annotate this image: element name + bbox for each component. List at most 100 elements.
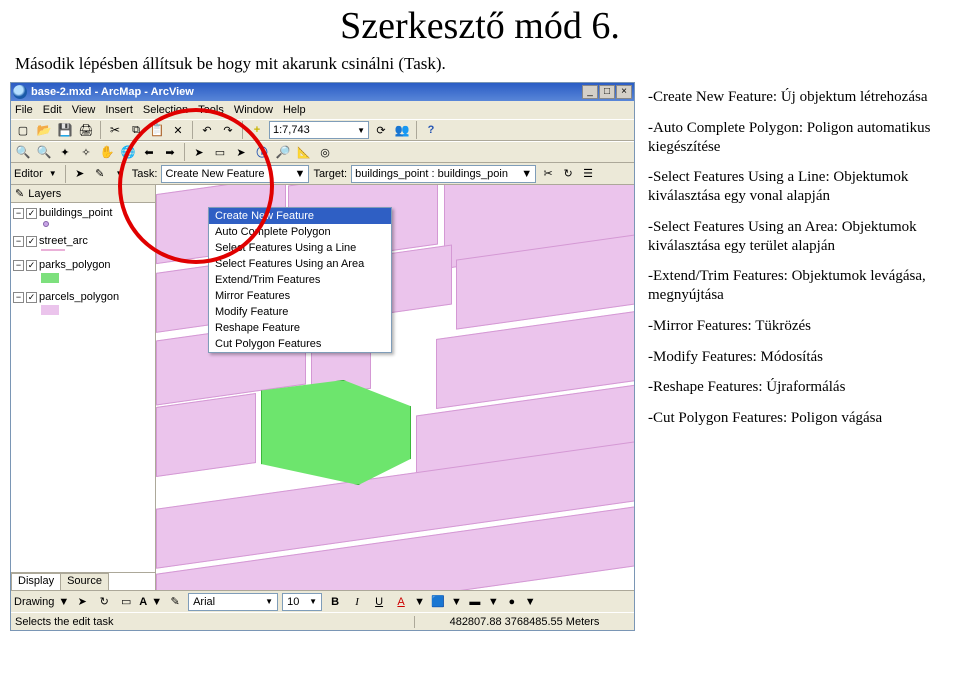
refresh-icon[interactable] — [372, 121, 390, 139]
task-option-select-area[interactable]: Select Features Using an Area — [209, 256, 391, 272]
marker-color-icon[interactable]: ● — [503, 593, 521, 611]
task-option-reshape[interactable]: Reshape Feature — [209, 320, 391, 336]
split-icon[interactable]: ✂ — [540, 166, 556, 182]
map-canvas[interactable]: Create New Feature Auto Complete Polygon… — [156, 185, 634, 590]
collapse-icon[interactable]: − — [13, 292, 24, 303]
measure-icon[interactable]: 📐 — [295, 143, 313, 161]
menu-tools[interactable]: Tools — [198, 104, 224, 116]
users-icon[interactable] — [393, 121, 411, 139]
cut-icon[interactable] — [106, 121, 124, 139]
collapse-icon[interactable]: − — [13, 236, 24, 247]
dropdown-icon[interactable]: ▼ — [414, 596, 425, 608]
copy-icon[interactable] — [127, 121, 145, 139]
save-icon[interactable] — [56, 121, 74, 139]
next-extent-icon[interactable]: ➡ — [161, 143, 179, 161]
editor-menu[interactable]: Editor — [14, 168, 43, 180]
toc-layer-parks-polygon[interactable]: parks_polygon — [39, 259, 111, 271]
draw-rotate-icon[interactable]: ↻ — [95, 593, 113, 611]
prev-extent-icon[interactable]: ⬅ — [140, 143, 158, 161]
font-color-button[interactable]: A — [392, 593, 410, 611]
dropdown-icon[interactable]: ▼ — [488, 596, 499, 608]
pointer-icon[interactable] — [232, 143, 250, 161]
toc-layer-street-arc[interactable]: street_arc — [39, 235, 88, 247]
select-icon[interactable] — [190, 143, 208, 161]
underline-button[interactable]: U — [370, 593, 388, 611]
font-select[interactable]: Arial▼ — [188, 593, 278, 611]
sketch-dropdown-icon[interactable]: ▾ — [112, 166, 128, 182]
bold-button[interactable]: B — [326, 593, 344, 611]
pan-icon[interactable] — [98, 143, 116, 161]
drawing-menu[interactable]: Drawing — [14, 596, 54, 608]
task-option-mirror[interactable]: Mirror Features — [209, 288, 391, 304]
zoom-in-icon[interactable] — [14, 143, 32, 161]
draw-rect-icon[interactable]: ▭ — [117, 593, 135, 611]
dropdown-icon[interactable]: ▼ — [451, 596, 462, 608]
task-option-cut-polygon[interactable]: Cut Polygon Features — [209, 336, 391, 352]
task-dropdown[interactable]: Create New Feature ▼ — [161, 165, 309, 183]
attributes-icon[interactable]: ☰ — [580, 166, 596, 182]
menu-bar: File Edit View Insert Selection Tools Wi… — [11, 101, 634, 119]
dropdown-icon: ▼ — [521, 168, 532, 180]
checkbox-icon[interactable]: ✓ — [26, 208, 37, 219]
task-option-auto-complete-polygon[interactable]: Auto Complete Polygon — [209, 224, 391, 240]
checkbox-icon[interactable]: ✓ — [26, 236, 37, 247]
toc-tab-display[interactable]: Display — [11, 573, 61, 590]
task-option-extend-trim[interactable]: Extend/Trim Features — [209, 272, 391, 288]
zoom-out-icon[interactable] — [35, 143, 53, 161]
window-maximize-button[interactable]: □ — [599, 85, 615, 99]
menu-insert[interactable]: Insert — [105, 104, 133, 116]
dropdown-icon[interactable]: ▼ — [58, 596, 69, 608]
map-scale-input[interactable]: 1:7,743 ▼ — [269, 121, 369, 139]
window-minimize-button[interactable]: _ — [582, 85, 598, 99]
paste-icon[interactable] — [148, 121, 166, 139]
task-option-select-line[interactable]: Select Features Using a Line — [209, 240, 391, 256]
full-extent-icon[interactable] — [119, 143, 137, 161]
edit-pointer-icon[interactable] — [72, 166, 88, 182]
fill-color-icon[interactable]: 🟦 — [429, 593, 447, 611]
italic-button[interactable]: I — [348, 593, 366, 611]
menu-edit[interactable]: Edit — [43, 104, 62, 116]
help-icon[interactable] — [422, 121, 440, 139]
font-value: Arial — [193, 596, 215, 608]
print-icon[interactable] — [77, 121, 95, 139]
open-icon[interactable] — [35, 121, 53, 139]
dropdown-icon[interactable]: ▼ — [525, 596, 536, 608]
undo-icon[interactable] — [198, 121, 216, 139]
window-close-button[interactable]: × — [616, 85, 632, 99]
rotate-icon[interactable]: ↻ — [560, 166, 576, 182]
text-tool-icon[interactable]: A — [139, 596, 147, 608]
clear-selection-icon[interactable]: ▭ — [211, 143, 229, 161]
draw-pointer-icon[interactable] — [73, 593, 91, 611]
identify-icon[interactable] — [253, 143, 271, 161]
add-data-icon[interactable] — [248, 121, 266, 139]
dropdown-icon[interactable]: ▼ — [47, 166, 59, 182]
menu-view[interactable]: View — [72, 104, 96, 116]
goto-xy-icon[interactable] — [316, 143, 334, 161]
menu-selection[interactable]: Selection — [143, 104, 188, 116]
sketch-tool-icon[interactable]: ✎ — [92, 166, 108, 182]
redo-icon[interactable] — [219, 121, 237, 139]
zoom-fixed-in-icon[interactable]: ✦ — [56, 143, 74, 161]
edit-vertices-icon[interactable]: ✎ — [166, 593, 184, 611]
line-color-icon[interactable]: ▬ — [466, 593, 484, 611]
target-dropdown[interactable]: buildings_point : buildings_poin ▼ — [351, 165, 536, 183]
zoom-fixed-out-icon[interactable]: ✧ — [77, 143, 95, 161]
menu-help[interactable]: Help — [283, 104, 306, 116]
collapse-icon[interactable]: − — [13, 260, 24, 271]
dropdown-icon[interactable]: ▼ — [151, 596, 162, 608]
find-icon[interactable] — [274, 143, 292, 161]
toc-layer-buildings-point[interactable]: buildings_point — [39, 207, 112, 219]
font-size-select[interactable]: 10▼ — [282, 593, 322, 611]
new-icon[interactable] — [14, 121, 32, 139]
menu-window[interactable]: Window — [234, 104, 273, 116]
task-option-modify[interactable]: Modify Feature — [209, 304, 391, 320]
collapse-icon[interactable]: − — [13, 208, 24, 219]
arcmap-screenshot: base-2.mxd - ArcMap - ArcView _ □ × File… — [10, 82, 640, 631]
checkbox-icon[interactable]: ✓ — [26, 292, 37, 303]
toc-tab-source[interactable]: Source — [60, 573, 109, 590]
delete-icon[interactable] — [169, 121, 187, 139]
task-option-create-new-feature[interactable]: Create New Feature — [209, 208, 391, 224]
toc-layer-parcels-polygon[interactable]: parcels_polygon — [39, 291, 119, 303]
checkbox-icon[interactable]: ✓ — [26, 260, 37, 271]
menu-file[interactable]: File — [15, 104, 33, 116]
